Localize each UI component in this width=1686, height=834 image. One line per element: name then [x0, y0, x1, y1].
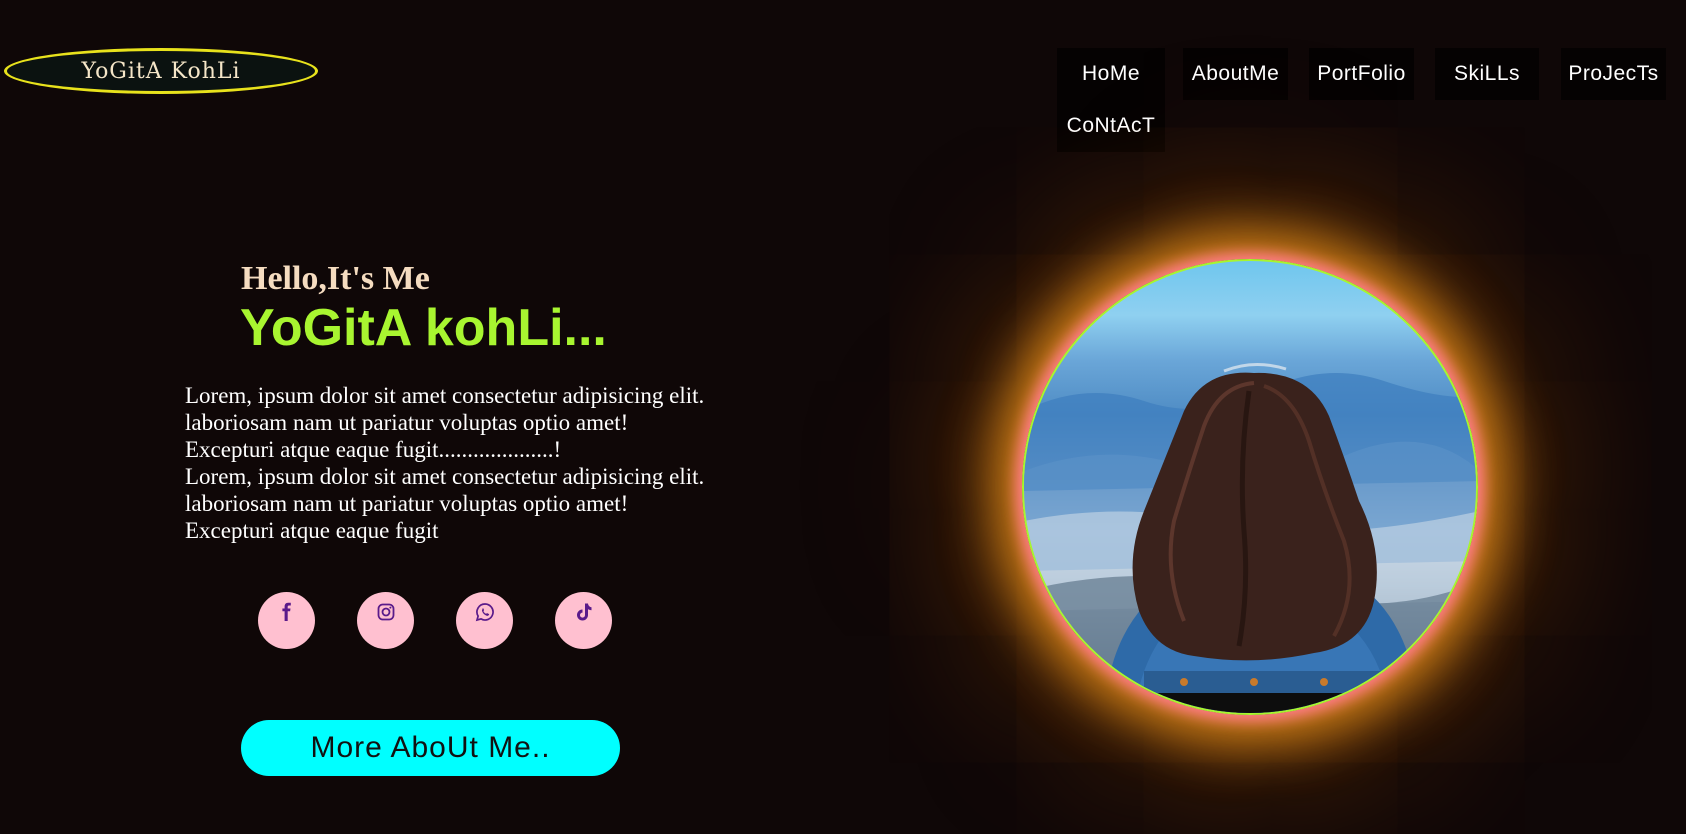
tiktok-button[interactable]: [555, 592, 612, 649]
nav-item-portfolio[interactable]: PortFolio: [1309, 48, 1414, 100]
profile-photo: [1022, 259, 1478, 715]
more-about-me-button[interactable]: More AboUt Me..: [241, 720, 620, 776]
name-heading: YoGitA kohLi...: [240, 299, 607, 357]
intro-line: laboriosam nam ut pariatur voluptas opti…: [185, 491, 629, 516]
intro-line: Lorem, ipsum dolor sit amet consectetur …: [185, 383, 705, 408]
intro-line: Excepturi atque eaque fugit.............…: [185, 437, 562, 462]
instagram-icon: [377, 603, 394, 621]
facebook-button[interactable]: [258, 592, 315, 649]
logo[interactable]: YoGitA KohLi: [4, 48, 318, 94]
facebook-icon: [281, 602, 291, 621]
nav-item-about[interactable]: AboutMe: [1183, 48, 1288, 100]
intro-line: Excepturi atque eaque fugit: [185, 518, 439, 543]
tiktok-icon: [576, 603, 591, 621]
profile-illustration: [1024, 362, 1476, 713]
whatsapp-button[interactable]: [456, 592, 513, 649]
intro-line: laboriosam nam ut pariatur voluptas opti…: [185, 410, 629, 435]
instagram-button[interactable]: [357, 592, 414, 649]
intro-line: Lorem, ipsum dolor sit amet consectetur …: [185, 464, 705, 489]
nav-item-skills[interactable]: SkiLLs: [1435, 48, 1539, 100]
greeting-heading: Hello,It's Me: [241, 260, 430, 297]
nav-item-projects[interactable]: ProJecTs: [1561, 48, 1666, 100]
nav-item-home[interactable]: HoMe: [1057, 48, 1165, 100]
whatsapp-icon: [475, 603, 494, 622]
nav-item-contact[interactable]: CoNtAcT: [1057, 100, 1165, 152]
page: YoGitA KohLi HoMe AboutMe PortFolio SkiL…: [0, 0, 1686, 834]
intro-paragraph: Lorem, ipsum dolor sit amet consectetur …: [185, 382, 745, 544]
